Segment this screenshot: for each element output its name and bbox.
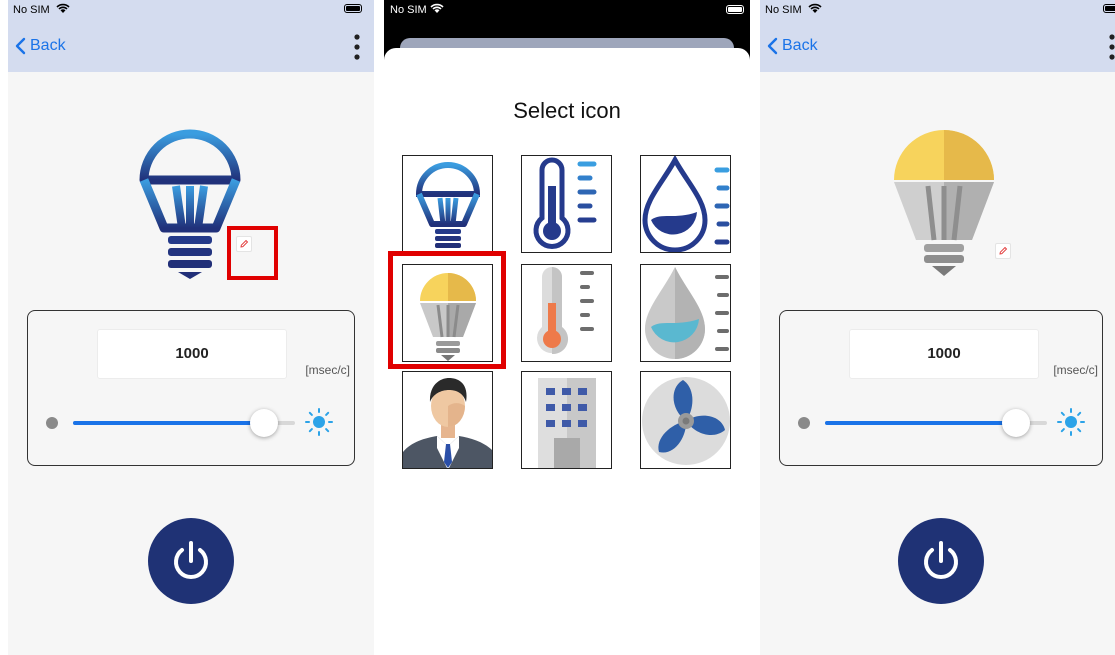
- carrier-label: No SIM: [765, 4, 802, 16]
- slider-fill: [825, 421, 1016, 425]
- carrier-label: No SIM: [13, 4, 50, 16]
- wifi-icon: [808, 3, 822, 13]
- power-button[interactable]: [148, 518, 234, 604]
- battery-icon: [726, 5, 744, 14]
- icon-option-thermometer-color[interactable]: [521, 264, 612, 362]
- office-building-icon: [538, 378, 596, 468]
- icon-option-water-drop-color[interactable]: [640, 264, 731, 362]
- power-icon: [174, 541, 208, 579]
- interval-value-field[interactable]: 1000: [849, 329, 1039, 379]
- water-drop-blue-icon: [642, 156, 730, 252]
- lightbulb-yellow-icon[interactable]: [888, 120, 1000, 280]
- power-icon: [924, 541, 958, 579]
- lightbulb-blue-icon: [415, 162, 481, 248]
- icon-option-lightbulb-blue[interactable]: [402, 155, 493, 253]
- interval-control-panel: 1000 [msec/c]: [27, 310, 355, 466]
- chevron-left-icon: [767, 37, 778, 55]
- nav-bar: Back: [8, 20, 374, 72]
- status-bar: No SIM: [8, 0, 374, 20]
- icon-option-office-building[interactable]: [521, 371, 612, 469]
- battery-icon: [344, 4, 362, 13]
- chevron-left-icon: [15, 37, 26, 55]
- back-label: Back: [30, 37, 66, 54]
- interval-control-panel: 1000 [msec/c]: [779, 310, 1103, 466]
- nav-bar: Back: [760, 20, 1115, 72]
- more-menu-icon[interactable]: [1107, 32, 1115, 62]
- device-screen-before: No SIM Back 1000 [msec/c]: [8, 0, 374, 655]
- icon-grid: [388, 155, 732, 471]
- icon-picker-screen: No SIM Select icon: [384, 0, 750, 655]
- sun-icon: [305, 408, 333, 436]
- slider-thumb[interactable]: [1001, 409, 1030, 437]
- thermometer-blue-icon: [533, 157, 597, 249]
- interval-value-field[interactable]: 1000: [97, 329, 287, 379]
- back-button[interactable]: Back: [766, 37, 818, 55]
- selected-icon-highlight: [388, 251, 506, 369]
- businessman-icon: [403, 378, 492, 468]
- icon-option-fan[interactable]: [640, 371, 731, 469]
- slider-fill: [73, 421, 264, 425]
- edit-button-highlight: [227, 226, 278, 280]
- back-button[interactable]: Back: [14, 37, 66, 55]
- interval-unit-label: [msec/c]: [305, 363, 350, 377]
- power-button[interactable]: [898, 518, 984, 604]
- thermometer-color-icon: [537, 267, 594, 355]
- slider-min-icon: [46, 417, 58, 429]
- wifi-icon: [56, 3, 70, 13]
- interval-slider[interactable]: [73, 409, 295, 437]
- device-screen-after: No SIM Back 1000 [msec/c]: [760, 0, 1115, 655]
- sun-icon: [1057, 408, 1085, 436]
- icon-option-businessman[interactable]: [402, 371, 493, 469]
- interval-unit-label: [msec/c]: [1053, 363, 1098, 377]
- picker-title: Select icon: [513, 98, 621, 123]
- back-label: Back: [782, 37, 818, 54]
- more-menu-icon[interactable]: [352, 32, 362, 62]
- battery-icon: [1103, 4, 1115, 13]
- slider-min-icon: [798, 417, 810, 429]
- water-drop-color-icon: [645, 267, 729, 359]
- status-bar: No SIM: [384, 0, 750, 22]
- edit-icon-button[interactable]: [995, 243, 1011, 259]
- wifi-icon: [430, 3, 444, 13]
- slider-thumb[interactable]: [249, 409, 278, 437]
- interval-slider[interactable]: [825, 409, 1047, 437]
- carrier-label: No SIM: [390, 4, 427, 16]
- pencil-icon: [999, 246, 1008, 255]
- status-bar: No SIM: [760, 0, 1115, 20]
- icon-option-water-drop-blue[interactable]: [640, 155, 731, 253]
- fan-icon: [642, 377, 730, 465]
- icon-option-thermometer-blue[interactable]: [521, 155, 612, 253]
- icon-picker-sheet: Select icon: [384, 48, 750, 655]
